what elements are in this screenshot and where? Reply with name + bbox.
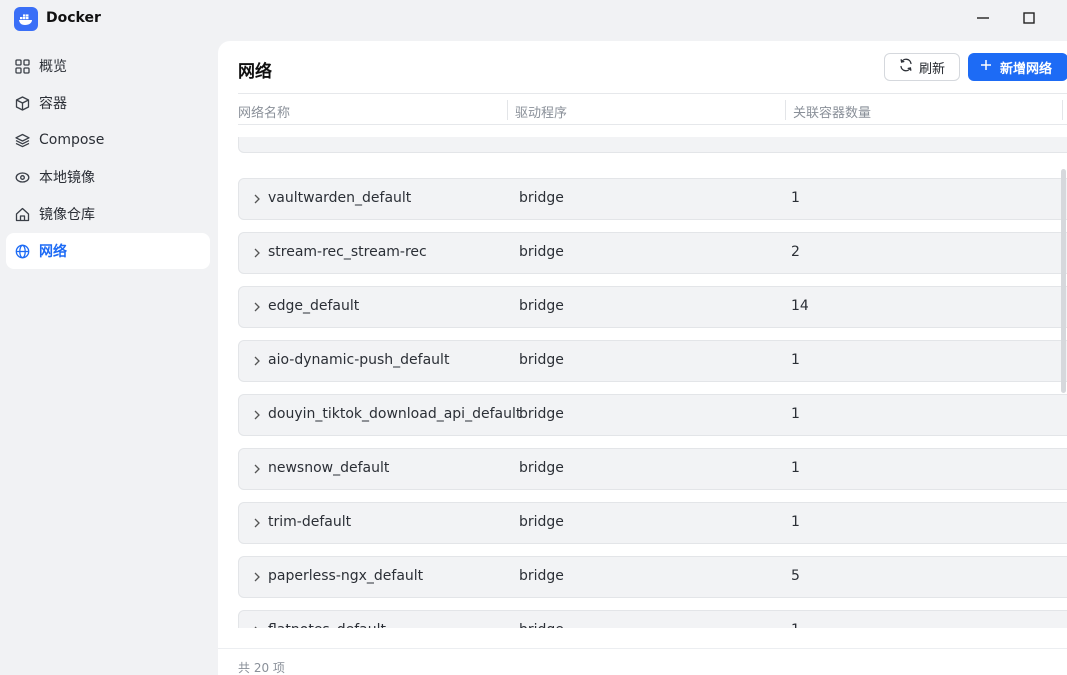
- chevron-right-icon[interactable]: [251, 462, 263, 476]
- column-header-name[interactable]: 网络名称: [238, 102, 290, 121]
- maximize-button[interactable]: [1016, 6, 1042, 32]
- network-name: stream-rec_stream-rec: [268, 244, 427, 260]
- chevron-right-icon[interactable]: [251, 137, 263, 139]
- table-row[interactable]: aio-dynamic-push_default bridge 1: [238, 340, 1067, 382]
- table-header: 网络名称 驱动程序 关联容器数量: [238, 93, 1067, 125]
- table-row[interactable]: douyin_tiktok_download_api_default bridg…: [238, 394, 1067, 436]
- chevron-right-icon[interactable]: [251, 354, 263, 368]
- globe-icon: [14, 243, 30, 259]
- network-name: aio-dynamic-push_default: [268, 352, 450, 368]
- network-name: douyin_tiktok_download_api_default: [268, 406, 522, 422]
- table-row[interactable]: newsnow_default bridge 1: [238, 448, 1067, 490]
- table-row[interactable]: host host 2: [238, 137, 1067, 153]
- network-driver: bridge: [519, 190, 564, 206]
- title-bar: Docker: [0, 0, 1067, 38]
- minimize-button[interactable]: [970, 6, 996, 32]
- network-driver: bridge: [519, 622, 564, 628]
- network-driver: host: [519, 137, 549, 139]
- container-count: 1: [791, 406, 800, 422]
- network-list: host host 2 vaultwarden_default bridge 1…: [238, 137, 1067, 628]
- sidebar-item-label: 概览: [39, 59, 67, 75]
- network-name: newsnow_default: [268, 460, 390, 476]
- sidebar-item-local-images[interactable]: 本地镜像: [6, 159, 210, 195]
- column-header-driver[interactable]: 驱动程序: [515, 102, 567, 121]
- network-driver: bridge: [519, 568, 564, 584]
- main-panel: 网络 刷新 新增网络 网络名称 驱动程序 关联容器数量 host host: [218, 41, 1067, 675]
- chevron-right-icon[interactable]: [251, 246, 263, 260]
- column-divider: [785, 100, 786, 120]
- box-icon: [14, 95, 30, 111]
- container-count: 2: [791, 244, 800, 260]
- container-count: 5: [791, 568, 800, 584]
- sidebar-item-label: 网络: [39, 244, 67, 260]
- table-row[interactable]: stream-rec_stream-rec bridge 2: [238, 232, 1067, 274]
- chevron-right-icon[interactable]: [251, 624, 263, 628]
- network-name: edge_default: [268, 298, 360, 314]
- sidebar-item-label: Compose: [39, 132, 105, 148]
- sidebar-item-compose[interactable]: Compose: [6, 122, 210, 158]
- network-driver: bridge: [519, 406, 564, 422]
- plus-icon: [980, 59, 992, 75]
- network-name: trim-default: [268, 514, 352, 530]
- table-row[interactable]: edge_default bridge 14: [238, 286, 1067, 328]
- refresh-label: 刷新: [918, 61, 945, 77]
- container-count: 1: [791, 190, 800, 206]
- add-network-label: 新增网络: [1000, 61, 1053, 77]
- sidebar-item-label: 容器: [39, 96, 67, 112]
- layers-icon: [14, 132, 30, 148]
- network-driver: bridge: [519, 298, 564, 314]
- chevron-right-icon[interactable]: [251, 570, 263, 584]
- footer-divider: [218, 648, 1067, 649]
- docker-whale-icon: [14, 7, 38, 31]
- container-count: 2: [791, 137, 800, 139]
- chevron-right-icon[interactable]: [251, 408, 263, 422]
- network-driver: bridge: [519, 514, 564, 530]
- network-name: flatnotes_default: [268, 622, 386, 628]
- container-count: 14: [791, 298, 809, 314]
- network-name: host: [268, 137, 298, 139]
- column-divider: [1062, 100, 1063, 120]
- sidebar-item-registry[interactable]: 镜像仓库: [6, 196, 210, 232]
- chevron-right-icon[interactable]: [251, 300, 263, 314]
- total-count: 共 20 项: [238, 661, 285, 675]
- app-title: Docker: [46, 10, 101, 26]
- disc-icon: [14, 169, 30, 185]
- table-row[interactable]: vaultwarden_default bridge 1: [238, 178, 1067, 220]
- chevron-right-icon[interactable]: [251, 192, 263, 206]
- sidebar-item-containers[interactable]: 容器: [6, 85, 210, 121]
- scrollbar-thumb[interactable]: [1061, 169, 1066, 393]
- network-driver: bridge: [519, 352, 564, 368]
- network-driver: bridge: [519, 244, 564, 260]
- column-divider: [507, 100, 508, 120]
- grid-icon: [14, 58, 30, 74]
- page-title: 网络: [238, 62, 272, 82]
- network-name: vaultwarden_default: [268, 190, 412, 206]
- chevron-right-icon[interactable]: [251, 516, 263, 530]
- refresh-button[interactable]: 刷新: [884, 53, 960, 81]
- home-icon: [14, 206, 30, 222]
- add-network-button[interactable]: 新增网络: [968, 53, 1067, 81]
- minimize-icon: [976, 10, 990, 29]
- table-row[interactable]: paperless-ngx_default bridge 5: [238, 556, 1067, 598]
- table-row[interactable]: trim-default bridge 1: [238, 502, 1067, 544]
- sidebar-item-network[interactable]: 网络: [6, 233, 210, 269]
- column-header-container-count[interactable]: 关联容器数量: [793, 102, 871, 121]
- container-count: 1: [791, 622, 800, 628]
- container-count: 1: [791, 514, 800, 530]
- sidebar-item-overview[interactable]: 概览: [6, 48, 210, 84]
- network-driver: bridge: [519, 460, 564, 476]
- sidebar-item-label: 本地镜像: [39, 170, 95, 186]
- container-count: 1: [791, 352, 800, 368]
- network-name: paperless-ngx_default: [268, 568, 424, 584]
- refresh-icon: [899, 58, 913, 76]
- maximize-icon: [1022, 10, 1036, 29]
- table-row[interactable]: flatnotes_default bridge 1: [238, 610, 1067, 628]
- sidebar-item-label: 镜像仓库: [39, 207, 95, 223]
- container-count: 1: [791, 460, 800, 476]
